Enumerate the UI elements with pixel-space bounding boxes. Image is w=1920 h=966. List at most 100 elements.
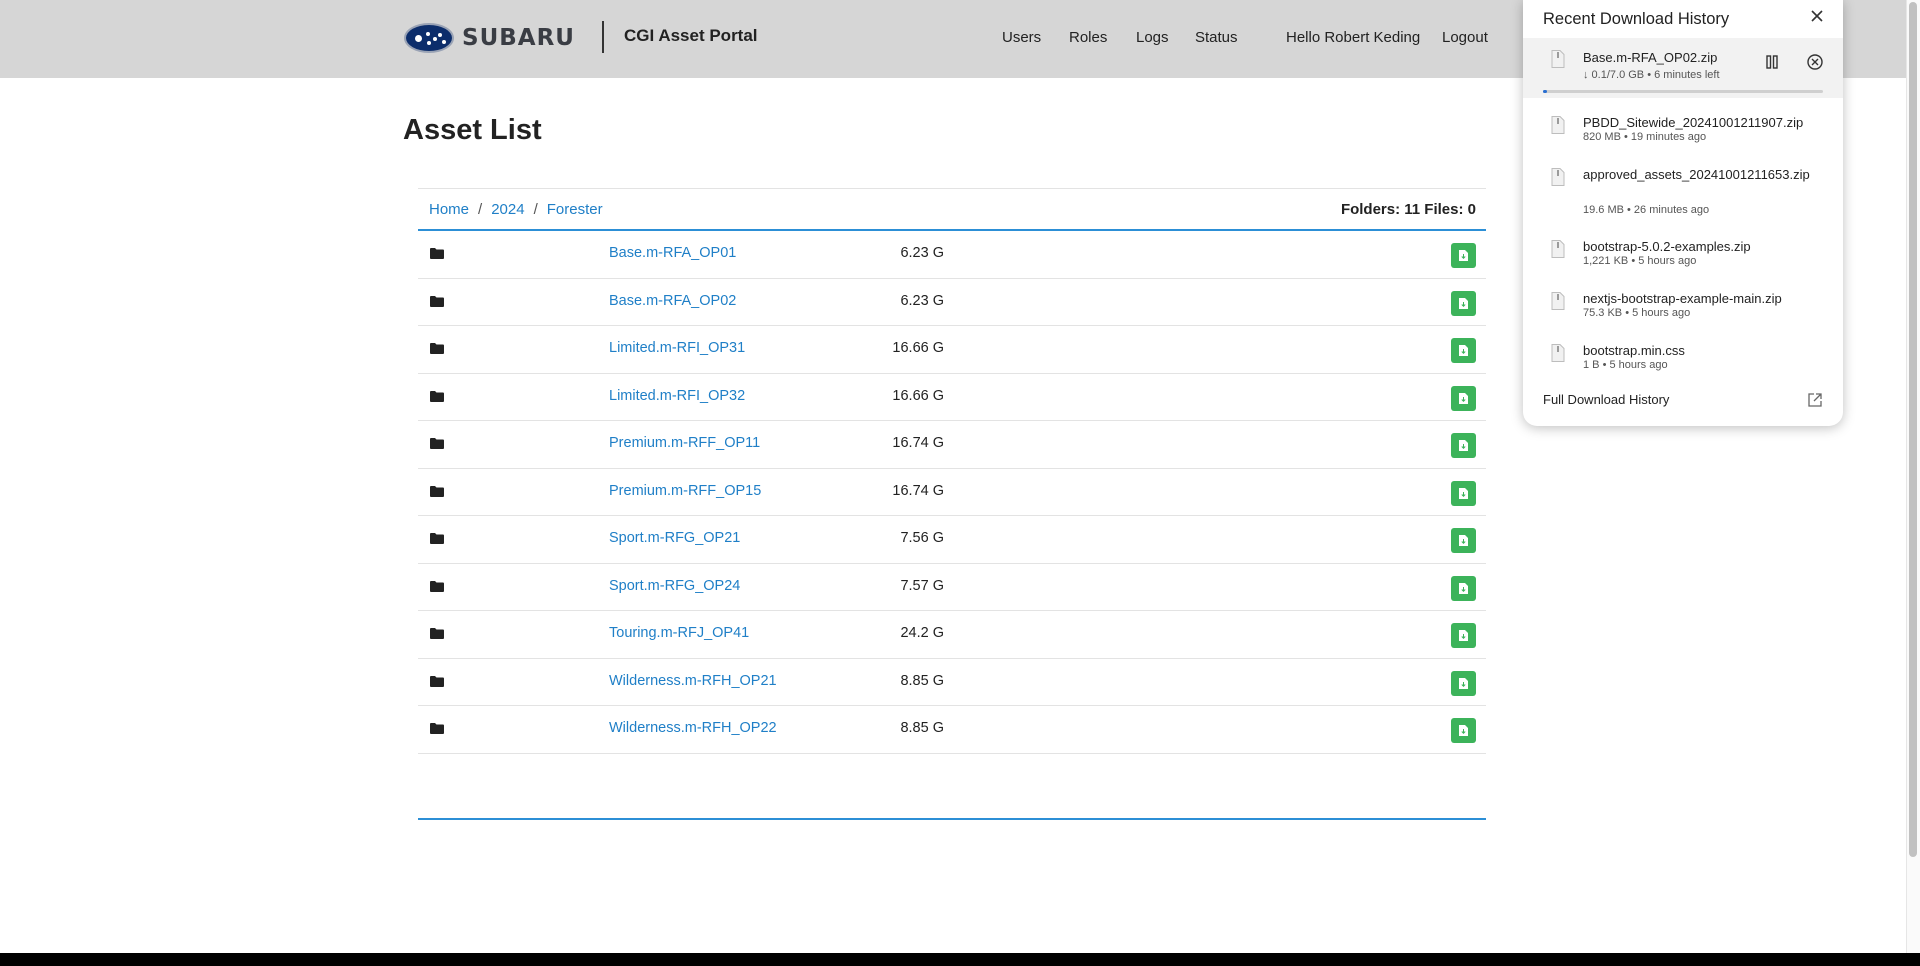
full-download-history-link[interactable]: Full Download History bbox=[1543, 392, 1669, 407]
download-button[interactable] bbox=[1451, 528, 1476, 553]
download-button[interactable] bbox=[1451, 433, 1476, 458]
table-row: Sport.m-RFG_OP21 7.56 G bbox=[418, 516, 1486, 564]
asset-size: 6.23 G bbox=[900, 245, 944, 261]
asset-size: 8.85 G bbox=[900, 672, 944, 689]
download-progress-fill bbox=[1543, 90, 1547, 93]
download-filename: bootstrap.min.css bbox=[1583, 343, 1685, 358]
asset-size: 7.57 G bbox=[900, 577, 944, 594]
asset-table-header: Home / 2024 / Forester Folders: 11 Files… bbox=[418, 188, 1486, 231]
folder-icon bbox=[430, 580, 444, 592]
asset-link[interactable]: Sport.m-RFG_OP21 bbox=[609, 530, 740, 546]
breadcrumb-separator: / bbox=[533, 201, 538, 218]
asset-link[interactable]: Limited.m-RFI_OP32 bbox=[609, 388, 745, 404]
asset-link[interactable]: Sport.m-RFG_OP24 bbox=[609, 578, 740, 594]
download-meta: 820 MB • 19 minutes ago bbox=[1583, 131, 1707, 143]
folder-icon bbox=[430, 390, 444, 402]
close-icon[interactable] bbox=[1809, 8, 1825, 24]
pause-icon[interactable] bbox=[1763, 53, 1781, 71]
logout-link[interactable]: Logout bbox=[1442, 29, 1488, 46]
download-button[interactable] bbox=[1451, 670, 1476, 696]
download-button[interactable] bbox=[1451, 290, 1476, 316]
download-button[interactable] bbox=[1451, 338, 1476, 363]
table-row: Limited.m-RFI_OP32 16.66 G bbox=[418, 374, 1486, 421]
file-download-icon bbox=[1459, 630, 1468, 641]
asset-size: 16.66 G bbox=[892, 387, 944, 404]
asset-link[interactable]: Limited.m-RFI_OP31 bbox=[609, 340, 745, 356]
download-item[interactable]: nextjs-bootstrap-example-main.zip 75.3 KB… bbox=[1523, 286, 1843, 338]
cancel-download-icon[interactable] bbox=[1806, 53, 1824, 71]
folder-icon bbox=[430, 628, 444, 639]
asset-link[interactable]: Touring.m-RFJ_OP41 bbox=[609, 625, 749, 641]
asset-link[interactable]: Wilderness.m-RFH_OP22 bbox=[609, 720, 777, 736]
file-download-icon bbox=[1459, 250, 1468, 261]
download-button[interactable] bbox=[1451, 623, 1476, 648]
nav-users[interactable]: Users bbox=[1002, 29, 1041, 46]
file-download-icon bbox=[1459, 487, 1468, 499]
download-meta: 1 B • 5 hours ago bbox=[1583, 359, 1668, 371]
table-row: Limited.m-RFI_OP31 16.66 G bbox=[418, 326, 1486, 374]
folder-icon bbox=[430, 343, 444, 354]
page-scrollbar-thumb[interactable] bbox=[1909, 2, 1917, 857]
file-download-icon bbox=[1459, 392, 1468, 404]
table-footer-line bbox=[418, 817, 1486, 820]
file-download-icon bbox=[1459, 345, 1468, 356]
asset-link[interactable]: Premium.m-RFF_OP15 bbox=[609, 483, 761, 499]
file-icon bbox=[1551, 240, 1565, 258]
folder-icon bbox=[430, 248, 444, 259]
asset-link[interactable]: Base.m-RFA_OP01 bbox=[609, 245, 736, 261]
download-meta: 19.6 MB • 26 minutes ago bbox=[1583, 204, 1710, 216]
file-icon bbox=[1551, 50, 1565, 68]
asset-size: 7.56 G bbox=[900, 530, 944, 546]
file-download-icon bbox=[1459, 297, 1468, 309]
file-download-icon bbox=[1459, 535, 1468, 546]
table-row: Wilderness.m-RFH_OP22 8.85 G bbox=[418, 706, 1486, 754]
folder-icon bbox=[430, 675, 444, 687]
download-filename: approved_assets_20241001211653.zip bbox=[1583, 167, 1810, 182]
download-filename: bootstrap-5.0.2-examples.zip bbox=[1583, 239, 1751, 254]
asset-link[interactable]: Wilderness.m-RFH_OP21 bbox=[609, 673, 777, 689]
file-icon bbox=[1551, 292, 1565, 310]
folder-icon bbox=[430, 485, 444, 497]
table-row: Premium.m-RFF_OP15 16.74 G bbox=[418, 469, 1486, 516]
download-button[interactable] bbox=[1451, 575, 1476, 601]
portal-title: CGI Asset Portal bbox=[624, 26, 758, 45]
folder-icon bbox=[430, 438, 444, 449]
browser-viewport: SUBARU CGI Asset Portal Users Roles Logs… bbox=[0, 0, 1906, 966]
file-download-icon bbox=[1459, 440, 1468, 451]
nav-logs[interactable]: Logs bbox=[1136, 29, 1169, 46]
download-button[interactable] bbox=[1451, 718, 1476, 743]
folder-icon bbox=[430, 533, 444, 544]
download-item[interactable]: bootstrap-5.0.2-examples.zip 1,221 KB • 5… bbox=[1523, 234, 1843, 286]
table-row: Base.m-RFA_OP01 6.23 G bbox=[418, 231, 1486, 279]
table-row: Touring.m-RFJ_OP41 24.2 G bbox=[418, 611, 1486, 659]
download-item[interactable]: PBDD_Sitewide_20241001211907.zip 820 MB •… bbox=[1523, 110, 1843, 162]
download-button[interactable] bbox=[1451, 385, 1476, 411]
asset-size: 16.74 G bbox=[892, 435, 944, 451]
file-icon bbox=[1551, 116, 1565, 134]
download-item[interactable]: approved_assets_20241001211653.zip 19.6 M… bbox=[1523, 162, 1843, 216]
download-button[interactable] bbox=[1451, 480, 1476, 506]
table-row: Premium.m-RFF_OP11 16.74 G bbox=[418, 421, 1486, 469]
download-item[interactable]: Base.m-RFA_OP02.zip ↓ 0.1/7.0 GB • 6 minu… bbox=[1523, 38, 1843, 98]
download-filename: nextjs-bootstrap-example-main.zip bbox=[1583, 291, 1782, 306]
file-icon bbox=[1551, 344, 1565, 362]
download-item[interactable]: bootstrap.min.css 1 B • 5 hours ago bbox=[1523, 338, 1843, 390]
file-download-icon bbox=[1459, 725, 1468, 736]
download-button[interactable] bbox=[1451, 243, 1476, 268]
breadcrumb-home[interactable]: Home bbox=[429, 201, 469, 218]
download-history-panel: Recent Download History Base.m-RFA_OP02.… bbox=[1523, 0, 1843, 426]
asset-link[interactable]: Base.m-RFA_OP02 bbox=[609, 293, 736, 309]
asset-link[interactable]: Premium.m-RFF_OP11 bbox=[609, 435, 760, 451]
subaru-logo[interactable]: SUBARU bbox=[404, 22, 575, 54]
nav-status[interactable]: Status bbox=[1195, 29, 1238, 46]
open-external-icon[interactable] bbox=[1807, 392, 1823, 408]
header-divider bbox=[602, 21, 604, 53]
download-meta: 1,221 KB • 5 hours ago bbox=[1583, 255, 1697, 267]
breadcrumb-2024[interactable]: 2024 bbox=[491, 201, 524, 218]
asset-size: 24.2 G bbox=[900, 625, 944, 641]
asset-size: 8.85 G bbox=[900, 720, 944, 736]
breadcrumb-forester[interactable]: Forester bbox=[547, 201, 603, 218]
download-meta: ↓ 0.1/7.0 GB • 6 minutes left bbox=[1583, 69, 1720, 81]
asset-size: 6.23 G bbox=[900, 292, 944, 309]
nav-roles[interactable]: Roles bbox=[1069, 29, 1107, 46]
